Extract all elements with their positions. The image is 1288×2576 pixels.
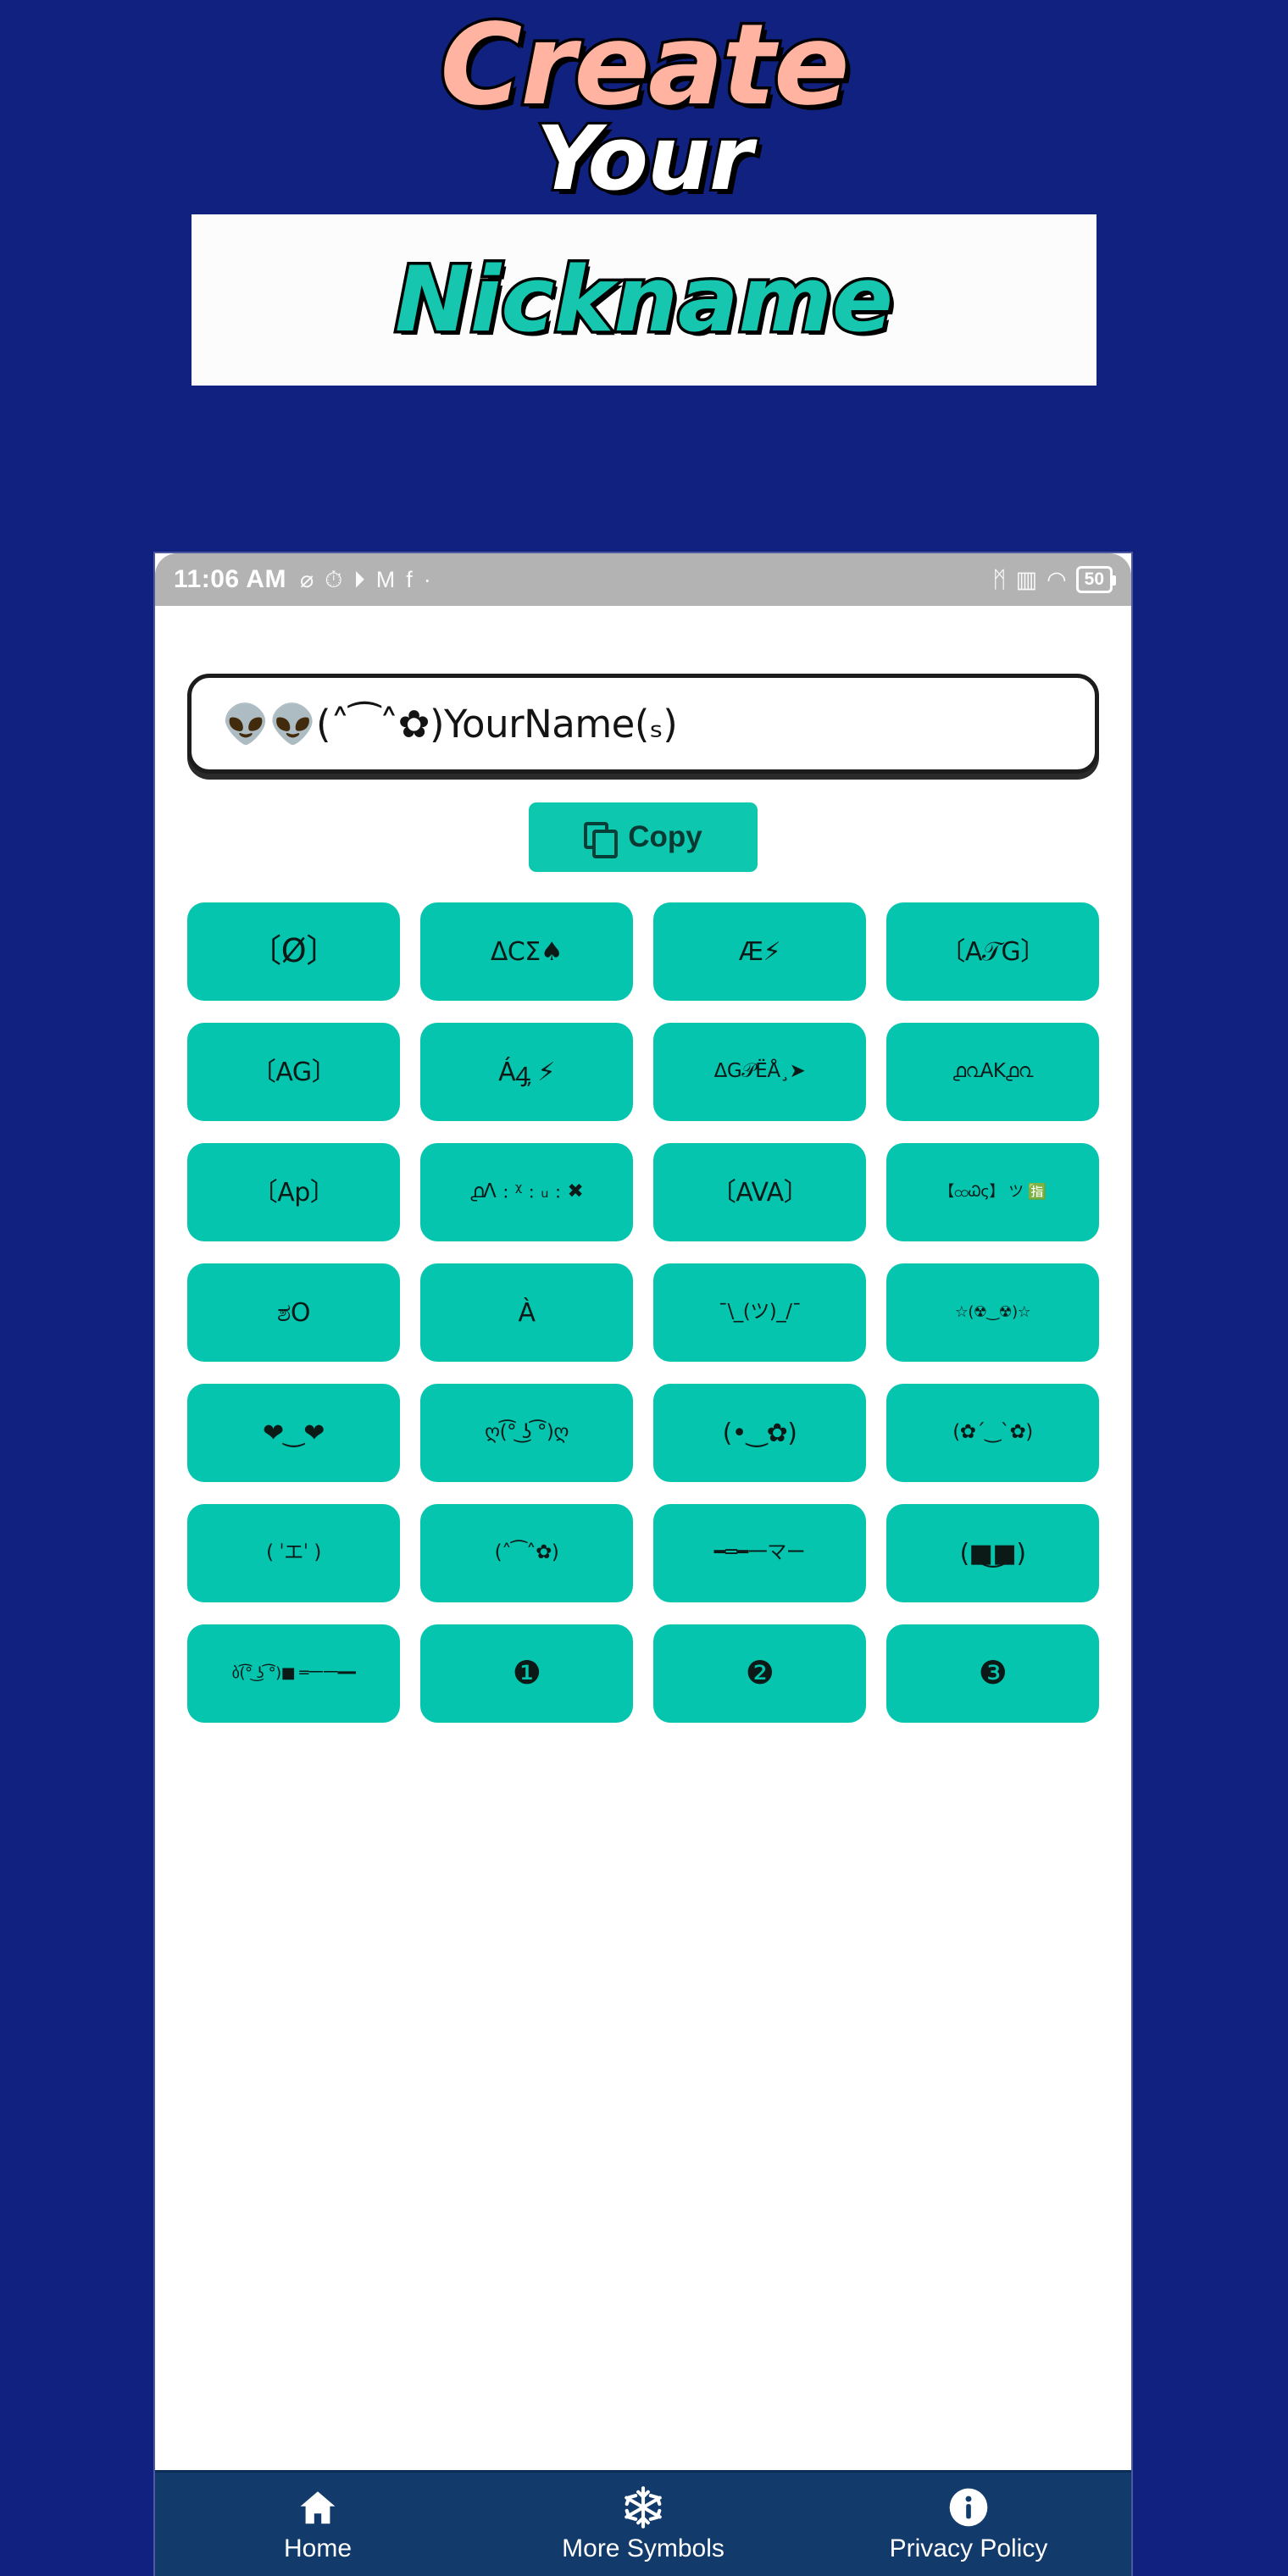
nickname-tile[interactable]: (˄⁀˄✿): [420, 1504, 633, 1602]
wifi-icon: ◠: [1046, 566, 1067, 592]
nickname-tile[interactable]: 〔AG〕: [187, 1023, 400, 1121]
nickname-tile-text: ბ(͡° ͜ʖ ͡°)■ ═一一━━: [231, 1663, 356, 1682]
promo-line-create: Create: [437, 0, 852, 130]
app-content: 👽👽(˄⁀˄✿)YourName(ₛ) Copy 〔Ø〕 ΔCΣ♠ Æ⚡ 〔A𝒯G〕〔…: [155, 674, 1131, 2419]
nickname-tile-text: 〔AG〕: [250, 1057, 337, 1087]
nickname-tile[interactable]: ΔCΣ♠: [420, 902, 633, 1001]
dot-icon: ·: [423, 566, 431, 592]
nickname-tile-text: 〔Ø〕: [249, 932, 338, 970]
nickname-tile[interactable]: ბ(͡° ͜ʖ ͡°)■ ═一一━━: [187, 1624, 400, 1723]
signal-icon: ▥: [1015, 566, 1038, 592]
nickname-tile-text: ❸: [978, 1654, 1008, 1692]
nickname-tile[interactable]: 〔AVA〕: [653, 1143, 866, 1241]
nickname-tile[interactable]: Áꜯ ⚡: [420, 1023, 633, 1121]
nickname-tile-text: 〔AVA〕: [710, 1177, 809, 1208]
home-icon: [296, 2485, 340, 2529]
nickname-tile[interactable]: (✿´‿`✿): [886, 1384, 1099, 1482]
nav-item-more-symbols[interactable]: More Symbols: [480, 2485, 806, 2563]
nickname-tile[interactable]: 〔Ap〕: [187, 1143, 400, 1241]
nickname-tile[interactable]: À: [420, 1263, 633, 1362]
nickname-tile-text: ☆(☢‿☢)☆: [954, 1302, 1031, 1321]
nickname-tile[interactable]: ( ˈエˈ ): [187, 1504, 400, 1602]
nickname-tile-text: (■͜■): [959, 1538, 1026, 1568]
info-icon: [947, 2485, 991, 2529]
nickname-input[interactable]: 👽👽(˄⁀˄✿)YourName(ₛ): [187, 674, 1099, 774]
copy-button-label: Copy: [628, 820, 702, 853]
nickname-tile[interactable]: ღ(͡° ͜ʖ ͡°)ღ: [420, 1384, 633, 1482]
nickname-tile-text: ( ˈエˈ ): [266, 1541, 321, 1564]
status-time: 11:06 AM: [174, 565, 286, 593]
nickname-tile[interactable]: (■͜■): [886, 1504, 1099, 1602]
status-bar: 11:06 AM ⌀ ⏱ ⏵ M f · ᛗ ▥ ◠ 50: [155, 553, 1131, 606]
nickname-tile-text: ΔCΣ♠: [490, 936, 564, 967]
promo-header: Create Your Nickname: [0, 0, 1288, 542]
promo-nickname-banner: Nickname: [192, 214, 1096, 386]
snowflake-icon: [621, 2485, 665, 2529]
nav-item-home[interactable]: Home: [155, 2485, 480, 2563]
nickname-tile[interactable]: 〔Ø〕: [187, 902, 400, 1001]
nickname-tile-text: 〔Ap〕: [252, 1177, 336, 1208]
copy-button-row: Copy: [187, 802, 1099, 872]
nickname-tile[interactable]: (•‿✿): [653, 1384, 866, 1482]
battery-icon: 50: [1075, 566, 1117, 593]
nickname-tile[interactable]: ☆(☢‿☢)☆: [886, 1263, 1099, 1362]
bottom-navigation: Home More Symbols Privacy Policy: [155, 2470, 1131, 2576]
nickname-tile-text: ಶO: [276, 1297, 311, 1328]
nickname-tile[interactable]: ❷: [653, 1624, 866, 1723]
nickname-tile-text: 【ထᏇς】 ツ 🈯: [939, 1182, 1046, 1201]
nav-label-more-symbols: More Symbols: [562, 2534, 724, 2562]
nickname-tile-text: (˄⁀˄✿): [494, 1541, 559, 1564]
nickname-tile[interactable]: ൧൨AK൧൨: [886, 1023, 1099, 1121]
nickname-tile[interactable]: ൧Λ﹕ᵡ﹕ᵤ﹕✖: [420, 1143, 633, 1241]
nickname-tile-text: Áꜯ ⚡: [498, 1057, 555, 1087]
nickname-tile-text: Æ⚡: [738, 936, 781, 967]
status-system-icons: ᛗ ▥ ◠ 50: [992, 566, 1117, 593]
nickname-tile-text: (•‿✿): [722, 1418, 797, 1448]
nav-label-privacy-policy: Privacy Policy: [889, 2534, 1048, 2562]
nickname-tile-text: ❶: [512, 1654, 541, 1692]
nickname-tile-text: À: [518, 1297, 536, 1328]
nickname-tile[interactable]: ❤‿❤: [187, 1384, 400, 1482]
nav-item-privacy-policy[interactable]: Privacy Policy: [806, 2485, 1131, 2563]
nickname-tile[interactable]: ¯\_(ツ)_/¯: [653, 1263, 866, 1362]
nickname-tile-text: ൧൨AK൧൨: [952, 1060, 1033, 1083]
promo-line-your: Your: [534, 106, 756, 210]
nickname-tile[interactable]: ಶO: [187, 1263, 400, 1362]
nickname-tiles-grid: 〔Ø〕 ΔCΣ♠ Æ⚡ 〔A𝒯G〕〔AG〕 Áꜯ ⚡ ΔG𝒫ËÅ¸➤ ൧൨AK൧൨ 〔Ap〕 ൧…: [187, 902, 1099, 1723]
bluetooth-icon: ᛗ: [992, 566, 1007, 592]
promo-line-nickname: Nickname: [392, 247, 897, 352]
nickname-tile-text: ღ(͡° ͜ʖ ͡°)ღ: [485, 1421, 569, 1444]
phone-mockup: 11:06 AM ⌀ ⏱ ⏵ M f · ᛗ ▥ ◠ 50 👽👽(˄⁀˄✿)Yo…: [155, 553, 1131, 2576]
copy-icon: [584, 822, 619, 858]
nickname-tile-text: ❷: [745, 1654, 774, 1692]
nickname-tile[interactable]: ━═━一マー: [653, 1504, 866, 1602]
bell-mute-icon: ⌀: [299, 566, 314, 592]
speaker-icon: ⏵: [353, 566, 365, 592]
nickname-tile[interactable]: 〔A𝒯G〕: [886, 902, 1099, 1001]
status-notification-icons: ⌀ ⏱ ⏵ M f ·: [299, 566, 431, 592]
nickname-tile[interactable]: Æ⚡: [653, 902, 866, 1001]
alarm-icon: ⏱: [325, 566, 343, 592]
nickname-tile-text: ━═━一マー: [713, 1541, 806, 1564]
nickname-tile-text: 〔A𝒯G〕: [940, 936, 1046, 967]
nickname-tile-text: ¯\_(ツ)_/¯: [718, 1301, 802, 1324]
nickname-tile-text: ൧Λ﹕ᵡ﹕ᵤ﹕✖: [469, 1180, 584, 1203]
nickname-tile[interactable]: ❸: [886, 1624, 1099, 1723]
nickname-tile[interactable]: ΔG𝒫ËÅ¸➤: [653, 1023, 866, 1121]
nickname-input-value: 👽👽(˄⁀˄✿)YourName(ₛ): [222, 701, 678, 747]
nickname-tile[interactable]: ❶: [420, 1624, 633, 1723]
copy-button[interactable]: Copy: [529, 802, 758, 872]
facebook-icon: f: [406, 566, 413, 592]
nickname-tile[interactable]: 【ထᏇς】 ツ 🈯: [886, 1143, 1099, 1241]
nickname-tile-text: ΔG𝒫ËÅ¸➤: [713, 1060, 806, 1083]
nav-label-home: Home: [283, 2534, 353, 2562]
nickname-tile-text: (✿´‿`✿): [952, 1421, 1033, 1444]
nickname-tile-text: ❤‿❤: [263, 1418, 325, 1448]
gmail-icon: M: [375, 566, 396, 592]
